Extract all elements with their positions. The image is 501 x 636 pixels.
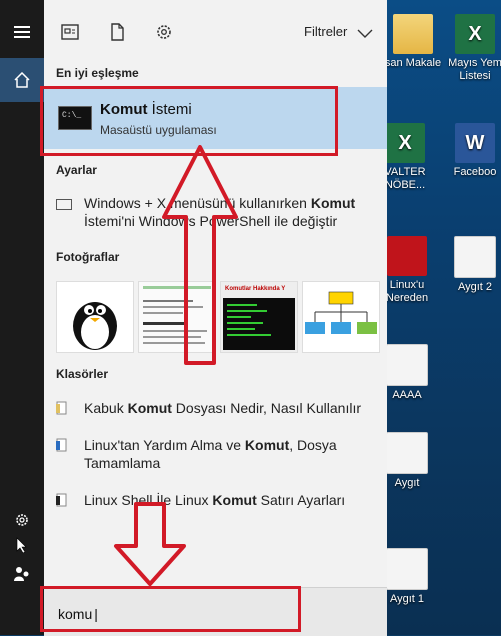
- folder-icon: [393, 14, 433, 54]
- filters-dropdown[interactable]: Filtreler: [304, 24, 373, 39]
- documents-filter-icon[interactable]: [107, 22, 127, 42]
- chevron-down-icon: [357, 29, 373, 38]
- text-part: Linux'tan Yardım Alma ve: [84, 437, 245, 453]
- home-button[interactable]: [0, 58, 44, 102]
- penguin-image: [73, 302, 117, 350]
- section-folders: Klasörler: [56, 367, 109, 381]
- start-sidebar: [0, 0, 44, 635]
- text-bold: Komut: [212, 492, 257, 508]
- photo-thumbnail-penguin[interactable]: [56, 281, 134, 353]
- desktop-icon-label: san Makale: [384, 57, 442, 69]
- diagram-image: [305, 291, 377, 334]
- text-part: Kabuk: [84, 400, 128, 416]
- highlight-box-search: [40, 586, 301, 632]
- desktop-icon-word[interactable]: W Faceboo: [440, 123, 501, 179]
- settings-filter-icon[interactable]: [154, 22, 174, 42]
- text-bold: Komut: [310, 195, 356, 211]
- file-icon: [56, 401, 67, 415]
- document-icon: [454, 236, 496, 278]
- document-icon: [386, 548, 428, 590]
- section-photos: Fotoğraflar: [56, 250, 120, 264]
- up-arrow-icon: [162, 145, 238, 365]
- document-icon: [386, 344, 428, 386]
- home-icon: [14, 72, 30, 88]
- text-bold: Komut: [127, 400, 172, 416]
- text-part: Satırı Ayarları: [256, 492, 346, 508]
- word-icon: W: [455, 123, 495, 163]
- file-icon: [56, 438, 67, 452]
- folder-result-text: Linux'tan Yardım Alma ve Komut, Dosya Ta…: [84, 436, 378, 472]
- thumbnail-icon: [387, 236, 427, 276]
- desktop-icon-excel[interactable]: X Mayıs Yem Listesi: [440, 14, 501, 83]
- desktop-icon-doc[interactable]: Aygıt 2: [440, 236, 501, 294]
- photo-thumbnail-diagram[interactable]: [302, 281, 380, 353]
- user-icon: [14, 567, 29, 581]
- document-icon: [386, 432, 428, 474]
- text-part: Dosyası Nedir, Nasıl Kullanılır: [171, 400, 361, 416]
- down-arrow-icon: [114, 502, 186, 586]
- section-best-match: En iyi eşleşme: [56, 66, 139, 80]
- search-top-bar: Filtreler: [44, 0, 387, 60]
- desktop-icon-label: Faceboo: [453, 166, 497, 178]
- cursor-icon: [16, 537, 27, 553]
- excel-icon: X: [385, 123, 425, 163]
- section-settings: Ayarlar: [56, 163, 97, 177]
- user-button[interactable]: [0, 552, 44, 596]
- apps-filter-icon[interactable]: [60, 22, 80, 42]
- desktop-icon-folder[interactable]: san Makale: [378, 14, 448, 70]
- folder-result-text: Kabuk Komut Dosyası Nedir, Nasıl Kullanı…: [84, 399, 378, 417]
- excel-icon: X: [455, 14, 495, 54]
- text-bold: Komut: [244, 437, 290, 453]
- settings-icon: [16, 514, 28, 526]
- filters-label: Filtreler: [304, 24, 348, 39]
- hamburger-icon: [14, 26, 30, 38]
- keyboard-icon: [56, 199, 72, 210]
- desktop-icon-label: Aygıt 2: [457, 281, 493, 293]
- desktop-icon-label: Mayıs Yem Listesi: [448, 57, 501, 82]
- hamburger-menu-button[interactable]: [0, 10, 44, 54]
- file-icon: [56, 493, 67, 507]
